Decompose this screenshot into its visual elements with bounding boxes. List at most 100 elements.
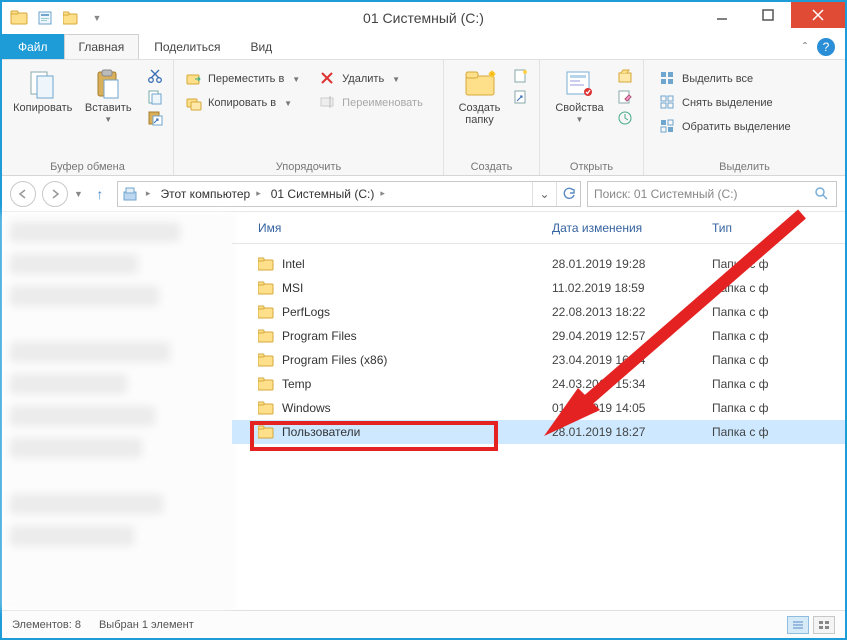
address-bar[interactable]: ▸ Этот компьютер▸ 01 Системный (C:)▸ ⌄: [117, 181, 581, 207]
collapse-ribbon-icon[interactable]: ˆ: [803, 40, 807, 54]
properties-button[interactable]: Свойства ▼: [548, 64, 611, 128]
details-view-button[interactable]: [787, 616, 809, 634]
easyaccess-icon[interactable]: [513, 89, 531, 107]
refresh-icon[interactable]: [556, 182, 580, 206]
qat-newfolder-icon[interactable]: [60, 7, 82, 29]
group-new: Создать папку Создать: [444, 60, 540, 175]
copypath-icon[interactable]: [147, 89, 165, 107]
invertselect-label: Обратить выделение: [682, 121, 791, 133]
file-name-cell: Пользователи: [232, 425, 552, 439]
status-selected: Выбран 1 элемент: [99, 619, 194, 631]
folder-icon: [258, 281, 274, 295]
group-clipboard-label: Буфер обмена: [2, 161, 173, 173]
delete-label: Удалить: [342, 73, 384, 85]
file-type-cell: Папка с ф: [712, 257, 845, 271]
addr-dropdown-icon[interactable]: ⌄: [532, 182, 556, 206]
status-count: Элементов: 8: [12, 619, 81, 631]
moveto-button[interactable]: Переместить в ▼: [182, 68, 316, 90]
file-date-cell: 01.05.2019 14:05: [552, 401, 712, 415]
cut-icon[interactable]: [147, 68, 165, 86]
tab-share[interactable]: Поделиться: [139, 34, 235, 59]
file-name-cell: Intel: [232, 257, 552, 271]
file-type-cell: Папка с ф: [712, 329, 845, 343]
paste-button[interactable]: Вставить ▼: [76, 64, 142, 128]
folder-icon: [258, 377, 274, 391]
table-row[interactable]: Пользователи28.01.2019 18:27Папка с ф: [232, 420, 845, 444]
group-open: Свойства ▼ Открыть: [540, 60, 644, 175]
group-organize-label: Упорядочить: [174, 161, 443, 173]
file-date-cell: 28.01.2019 19:28: [552, 257, 712, 271]
column-name[interactable]: Имя: [232, 221, 552, 235]
rename-label: Переименовать: [342, 97, 423, 109]
history-icon[interactable]: [617, 110, 635, 128]
table-row[interactable]: PerfLogs22.08.2013 18:22Папка с ф: [232, 300, 845, 324]
file-name: Intel: [282, 257, 305, 271]
selectall-button[interactable]: Выделить все: [656, 68, 837, 90]
file-date-cell: 22.08.2013 18:22: [552, 305, 712, 319]
table-row[interactable]: Windows01.05.2019 14:05Папка с ф: [232, 396, 845, 420]
table-row[interactable]: Program Files29.04.2019 12:57Папка с ф: [232, 324, 845, 348]
table-row[interactable]: Intel 28.01.2019 19:28Папка с ф: [232, 252, 845, 276]
edit-icon[interactable]: [617, 89, 635, 107]
column-date[interactable]: Дата изменения: [552, 221, 712, 235]
navigation-pane[interactable]: [2, 212, 232, 610]
explorer-window: ▼ 01 Системный (C:) Файл Главная Поделит…: [0, 0, 847, 640]
file-menu[interactable]: Файл: [2, 34, 64, 59]
delete-button[interactable]: Удалить ▼: [316, 68, 435, 90]
group-select: Выделить все Снять выделение Обратить вы…: [644, 60, 845, 175]
selectnone-button[interactable]: Снять выделение: [656, 92, 837, 114]
newfolder-label: Создать папку: [459, 102, 501, 126]
breadcrumb-drive[interactable]: 01 Системный (C:)▸: [267, 182, 391, 206]
forward-button[interactable]: [42, 181, 68, 207]
group-select-label: Выделить: [644, 161, 845, 173]
folder-icon: [258, 305, 274, 319]
up-button[interactable]: ↑: [89, 186, 111, 202]
file-name-cell: Program Files: [232, 329, 552, 343]
folder-icon: [258, 329, 274, 343]
rename-button: Переименовать: [316, 92, 435, 114]
qat-properties-icon[interactable]: [34, 7, 56, 29]
maximize-button[interactable]: [745, 2, 791, 28]
table-row[interactable]: MSI11.02.2019 18:59Папка с ф: [232, 276, 845, 300]
thumbnails-view-button[interactable]: [813, 616, 835, 634]
file-date-cell: 28.01.2019 18:27: [552, 425, 712, 439]
column-headers: Имя Дата изменения Тип: [232, 212, 845, 244]
file-type-cell: Папка с ф: [712, 305, 845, 319]
tab-home[interactable]: Главная: [64, 34, 140, 59]
paste-label: Вставить: [85, 102, 132, 114]
qat-dropdown-icon[interactable]: ▼: [86, 7, 108, 29]
group-open-label: Открыть: [540, 161, 643, 173]
search-icon: [814, 186, 830, 202]
file-name: Windows: [282, 401, 331, 415]
invertselect-button[interactable]: Обратить выделение: [656, 116, 837, 138]
search-box[interactable]: Поиск: 01 Системный (C:): [587, 181, 837, 207]
help-icon[interactable]: ?: [817, 38, 835, 56]
moveto-label: Переместить в: [208, 73, 284, 85]
breadcrumb-root[interactable]: ▸: [118, 182, 157, 206]
file-type-cell: Папка с ф: [712, 425, 845, 439]
breadcrumb-thispc[interactable]: Этот компьютер▸: [156, 182, 266, 206]
tab-view[interactable]: Вид: [235, 34, 287, 59]
pasteshortcut-icon[interactable]: [147, 110, 165, 128]
table-row[interactable]: Temp24.03.2019 15:34Папка с ф: [232, 372, 845, 396]
file-name-cell: MSI: [232, 281, 552, 295]
back-button[interactable]: [10, 181, 36, 207]
history-dropdown-icon[interactable]: ▼: [74, 189, 83, 199]
copyto-button[interactable]: Копировать в ▼: [182, 92, 316, 114]
file-type-cell: Папка с ф: [712, 377, 845, 391]
table-row[interactable]: Program Files (x86)23.04.2019 16:04Папка…: [232, 348, 845, 372]
window-controls: [699, 2, 845, 34]
newitem-icon[interactable]: [513, 68, 531, 86]
column-type[interactable]: Тип: [712, 221, 845, 235]
minimize-button[interactable]: [699, 2, 745, 28]
file-list[interactable]: Intel28.01.2019 19:28Папка с фMSI11.02.2…: [232, 244, 845, 610]
open-icon[interactable]: [617, 68, 635, 86]
file-date-cell: 29.04.2019 12:57: [552, 329, 712, 343]
newfolder-button[interactable]: Создать папку: [452, 64, 507, 126]
copy-button[interactable]: Копировать: [10, 64, 76, 128]
copyto-label: Копировать в: [208, 97, 276, 109]
ribbon: Копировать Вставить ▼ Буфер обмена: [2, 60, 845, 176]
file-date-cell: 23.04.2019 16:04: [552, 353, 712, 367]
file-name-cell: Program Files (x86): [232, 353, 552, 367]
close-button[interactable]: [791, 2, 845, 28]
